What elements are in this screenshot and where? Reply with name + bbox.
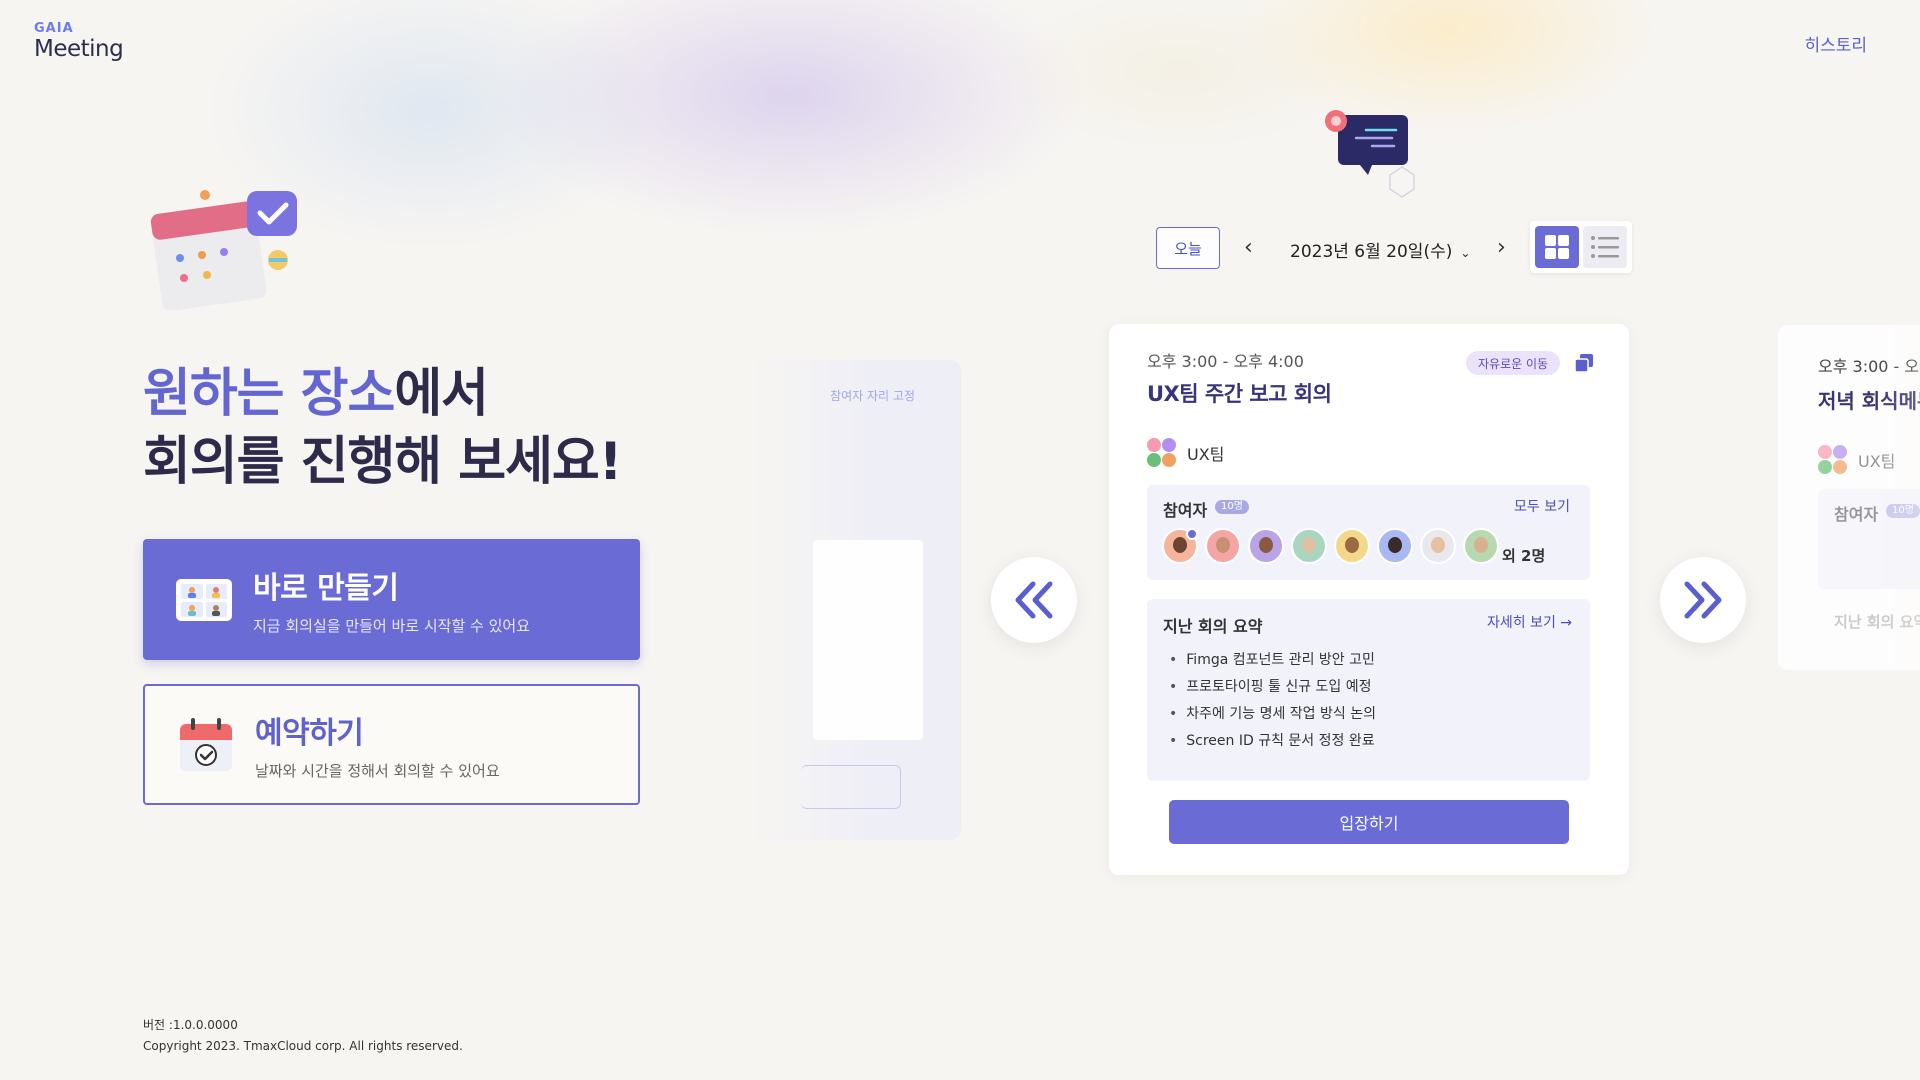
avatar[interactable] [1291,528,1327,564]
headline-highlight: 원하는 장소 [143,364,395,424]
page-headline: 원하는 장소에서 회의를 진행해 보세요! [143,360,622,496]
next-card-participants-count: 10명 [1886,504,1920,518]
list-item: Fimga 컴포넌트 관리 방안 고민 [1169,647,1376,674]
headline-line2: 회의를 진행해 보세요! [143,432,622,492]
previous-card-badge: 참여자 자리 고정 [830,389,915,403]
meeting-card: 오후 3:00 - 오후 4:00 자유로운 이동 UX팀 주간 보고 회의 U… [1109,324,1629,875]
next-card-participants-title: 참여자 [1834,505,1879,524]
reserve-meeting-title: 예약하기 [255,716,364,751]
list-view-button[interactable] [1583,226,1627,268]
meeting-start-time: 오후 3:00 [1147,352,1218,371]
team-name: UX팀 [1187,445,1225,464]
chevron-down-icon: ⌄ [1460,246,1471,260]
summary-details-link[interactable]: 자세히 보기 → [1487,612,1572,632]
list-item: 차주에 기능 명세 작업 방식 논의 [1169,701,1376,728]
summary-list: Fimga 컴포넌트 관리 방안 고민 프로토타이핑 툴 신규 도입 예정 차주… [1169,647,1376,755]
participants-title: 참여자 [1163,501,1208,520]
calendar-illustration [150,190,297,310]
reserve-meeting-subtitle: 날짜와 시간을 정해서 회의할 수 있어요 [255,762,500,780]
next-card-summary-title: 지난 회의 요약 [1834,613,1920,631]
calendar-check-icon [180,717,232,771]
meeting-time: 오후 3:00 - 오후 4:00 [1147,348,1304,372]
create-meeting-title: 바로 만들기 [253,571,399,606]
chevron-left-icon[interactable]: ‹ [1244,236,1253,260]
copy-icon[interactable] [1573,352,1595,374]
date-text: 2023년 6월 20일(수) [1290,242,1453,262]
chevron-right-icon[interactable]: › [1497,236,1506,260]
avatar[interactable] [1205,528,1241,564]
meeting-team: UX팀 [1147,438,1224,468]
avatar[interactable] [1334,528,1370,564]
headline-line1-rest: 에서 [394,364,489,424]
view-all-participants-link[interactable]: 모두 보기 [1514,496,1570,516]
last-meeting-summary: 지난 회의 요약 자세히 보기 → Fimga 컴포넌트 관리 방안 고민 프로… [1147,599,1590,781]
today-button[interactable]: 오늘 [1156,227,1220,269]
logo-title: Meeting [34,36,124,62]
avatar[interactable] [1377,528,1413,564]
meeting-mode-badge: 자유로운 이동 [1466,351,1561,375]
previous-card-content [813,540,923,740]
summary-title: 지난 회의 요약 [1163,617,1263,636]
participants-panel: 참여자 10명 모두 보기 외 2명 [1147,485,1590,580]
create-meeting-subtitle: 지금 회의실을 만들어 바로 시작할 수 있어요 [253,617,531,635]
double-chevron-right-icon [1684,581,1722,619]
list-item: Screen ID 규칙 문서 정정 완료 [1169,728,1376,755]
next-card-participants: 참여자 10명 [1818,489,1920,589]
time-separator: - [1222,352,1229,371]
avatar[interactable] [1463,528,1499,564]
next-meeting-card-peek[interactable]: 오후 3:00 - 오후 저녁 회식메뉴 UX팀 참여자 10명 지난 회의 요… [1778,325,1920,670]
carousel-next-button[interactable] [1660,557,1746,643]
list-item: 프로토타이핑 툴 신규 도입 예정 [1169,674,1376,701]
grid-view-icon [1545,235,1569,259]
version-text: 버전 :1.0.0.0000 [143,1018,238,1032]
carousel-prev-button[interactable] [991,557,1077,643]
team-avatar-icon [1147,438,1177,468]
avatar[interactable] [1162,528,1198,564]
date-selector[interactable]: 2023년 6월 20일(수) ⌄ [1290,237,1470,262]
next-card-time: 오후 3:00 - 오후 [1818,357,1920,376]
app-logo[interactable]: GAIA Meeting [34,21,124,63]
copyright-text: Copyright 2023. TmaxCloud corp. All righ… [143,1039,463,1053]
avatar[interactable] [1420,528,1456,564]
meeting-end-time: 오후 4:00 [1233,352,1304,371]
previous-card-button [801,765,901,809]
next-card-team: UX팀 [1818,445,1895,475]
view-toggle [1530,221,1632,273]
meeting-grid-icon [176,578,232,621]
enter-meeting-button[interactable]: 입장하기 [1169,800,1569,844]
create-meeting-button[interactable]: 바로 만들기 지금 회의실을 만들어 바로 시작할 수 있어요 [143,539,640,660]
participant-avatars [1162,528,1499,564]
list-view-icon [1591,236,1619,258]
reserve-meeting-button[interactable]: 예약하기 날짜와 시간을 정해서 회의할 수 있어요 [143,684,640,805]
grid-view-button[interactable] [1535,226,1579,268]
chat-bubble-illustration [1325,110,1415,198]
avatar[interactable] [1248,528,1284,564]
previous-meeting-card-peek[interactable]: 참여자 자리 고정 [750,360,961,840]
history-link[interactable]: 히스토리 [1804,31,1867,56]
host-badge-icon [1186,528,1198,540]
double-chevron-left-icon [1015,581,1053,619]
participants-more-text: 외 2명 [1502,547,1546,565]
participants-count-badge: 10명 [1215,500,1249,514]
footer: 버전 :1.0.0.0000 Copyright 2023. TmaxCloud… [143,1015,463,1057]
next-card-title: 저녁 회식메뉴 [1818,389,1920,413]
next-card-team-name: UX팀 [1858,452,1896,471]
team-avatar-icon [1818,445,1848,475]
meeting-title: UX팀 주간 보고 회의 [1147,382,1332,406]
logo-brand: GAIA [34,21,74,36]
